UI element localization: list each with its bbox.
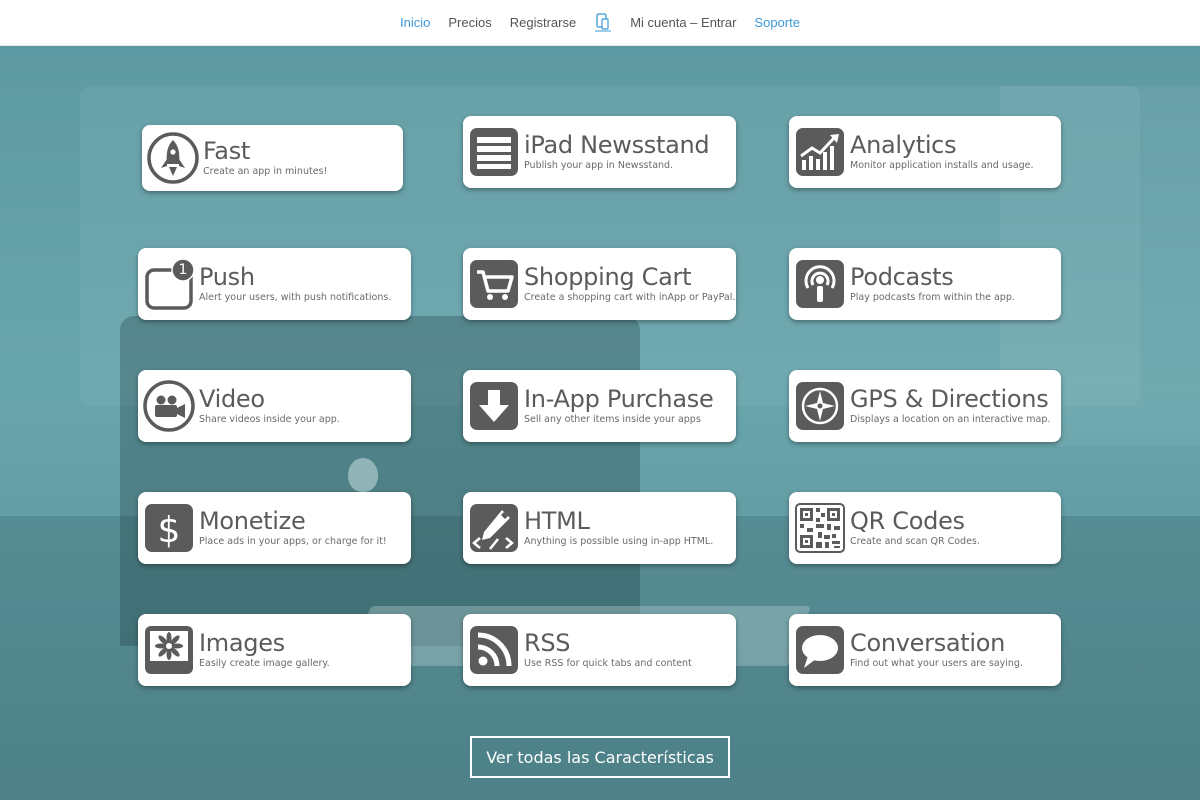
- feature-desc: Play podcasts from within the app.: [850, 292, 1015, 303]
- feature-desc: Create a shopping cart with inApp or Pay…: [524, 292, 736, 303]
- feature-title: Analytics: [850, 131, 957, 159]
- background-apple-logo: [348, 458, 378, 492]
- tablet-phone-icon[interactable]: [593, 12, 613, 34]
- feature-desc: Publish your app in Newsstand.: [524, 160, 674, 171]
- nav-inicio[interactable]: Inicio: [391, 0, 439, 46]
- feature-card-monetize[interactable]: $ Monetize Place ads in your apps, or ch…: [138, 492, 411, 564]
- feature-card-shopping-cart[interactable]: Shopping Cart Create a shopping cart wit…: [463, 248, 736, 320]
- nav-mi-cuenta[interactable]: Mi cuenta – Entrar: [621, 0, 745, 46]
- html-pencil-icon: [468, 502, 520, 554]
- feature-title: QR Codes: [850, 507, 965, 535]
- compass-icon: [794, 380, 846, 432]
- feature-desc: Use RSS for quick tabs and content: [524, 658, 692, 669]
- see-all-features-button[interactable]: Ver todas las Características: [470, 736, 730, 778]
- feature-title: In-App Purchase: [524, 385, 714, 413]
- feature-desc: Place ads in your apps, or charge for it…: [199, 536, 387, 547]
- feature-desc: Alert your users, with push notification…: [199, 292, 392, 303]
- feature-desc: Displays a location on an interactive ma…: [850, 414, 1051, 425]
- feature-card-push[interactable]: 1 Push Alert your users, with push notif…: [138, 248, 411, 320]
- feature-title: Monetize: [199, 507, 306, 535]
- qr-code-icon: [794, 502, 846, 554]
- feature-title: Images: [199, 629, 285, 657]
- top-navigation: Inicio Precios Registrarse Mi cuenta – E…: [0, 0, 1200, 46]
- feature-card-in-app-purchase[interactable]: In-App Purchase Sell any other items ins…: [463, 370, 736, 442]
- feature-desc: Create and scan QR Codes.: [850, 536, 980, 547]
- feature-card-video[interactable]: Video Share videos inside your app.: [138, 370, 411, 442]
- feature-card-qr-codes[interactable]: QR Codes Create and scan QR Codes.: [789, 492, 1061, 564]
- feature-title: RSS: [524, 629, 571, 657]
- feature-card-fast[interactable]: Fast Create an app in minutes!: [142, 125, 403, 191]
- feature-card-ipad-newsstand[interactable]: iPad Newsstand Publish your app in Newss…: [463, 116, 736, 188]
- push-badge-count: 1: [178, 262, 188, 278]
- newsstand-icon: [468, 126, 520, 178]
- podcast-icon: [794, 258, 846, 310]
- feature-title: iPad Newsstand: [524, 131, 710, 159]
- nav-soporte[interactable]: Soporte: [745, 0, 809, 46]
- feature-desc: Easily create image gallery.: [199, 658, 330, 669]
- feature-desc: Sell any other items inside your apps: [524, 414, 701, 425]
- feature-card-conversation[interactable]: Conversation Find out what your users ar…: [789, 614, 1061, 686]
- analytics-icon: [794, 126, 846, 178]
- feature-card-html[interactable]: HTML Anything is possible using in-app H…: [463, 492, 736, 564]
- dollar-icon: $: [143, 502, 195, 554]
- feature-card-gps-directions[interactable]: GPS & Directions Displays a location on …: [789, 370, 1061, 442]
- video-camera-icon: [143, 380, 195, 432]
- feature-title: HTML: [524, 507, 590, 535]
- feature-title: Fast: [203, 137, 251, 165]
- background-laptop: [120, 316, 640, 646]
- feature-desc: Monitor application installs and usage.: [850, 160, 1034, 171]
- feature-card-analytics[interactable]: Analytics Monitor application installs a…: [789, 116, 1061, 188]
- rocket-icon: [147, 132, 199, 184]
- shopping-cart-icon: [468, 258, 520, 310]
- nav-precios[interactable]: Precios: [439, 0, 500, 46]
- feature-title: Push: [199, 263, 255, 291]
- feature-card-images[interactable]: Images Easily create image gallery.: [138, 614, 411, 686]
- feature-title: Shopping Cart: [524, 263, 692, 291]
- chat-bubble-icon: [794, 624, 846, 676]
- feature-title: GPS & Directions: [850, 385, 1049, 413]
- push-badge-icon: 1: [143, 258, 195, 310]
- svg-text:$: $: [158, 510, 181, 551]
- feature-desc: Create an app in minutes!: [203, 166, 328, 177]
- nav-registrarse[interactable]: Registrarse: [501, 0, 585, 46]
- feature-title: Podcasts: [850, 263, 954, 291]
- feature-card-podcasts[interactable]: Podcasts Play podcasts from within the a…: [789, 248, 1061, 320]
- image-gallery-icon: [143, 624, 195, 676]
- feature-title: Video: [199, 385, 265, 413]
- feature-desc: Find out what your users are saying.: [850, 658, 1023, 669]
- feature-desc: Anything is possible using in-app HTML.: [524, 536, 714, 547]
- download-arrow-icon: [468, 380, 520, 432]
- rss-icon: [468, 624, 520, 676]
- feature-title: Conversation: [850, 629, 1006, 657]
- feature-card-rss[interactable]: RSS Use RSS for quick tabs and content: [463, 614, 736, 686]
- feature-desc: Share videos inside your app.: [199, 414, 340, 425]
